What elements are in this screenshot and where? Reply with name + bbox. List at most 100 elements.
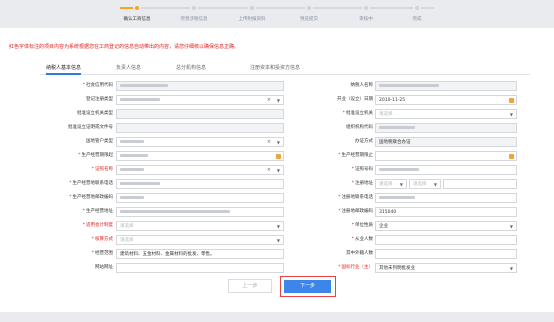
chevron-down-icon: ▼ (276, 98, 280, 103)
label-license-number: 证照号码 (305, 165, 373, 175)
chevron-down-icon: ▼ (433, 182, 437, 187)
step-dot-icon (362, 4, 370, 12)
step-tax-info: 完善涉税信息 (164, 4, 224, 22)
tab-capital-investor[interactable]: 注册资本和投资方信息 (250, 63, 300, 75)
certificate-method-field: 国地税联合办证 (375, 137, 517, 147)
operation-address-input[interactable] (116, 207, 284, 217)
blurred-value (120, 140, 144, 143)
industry-select[interactable]: 其他未列明批发业 ▼ (375, 263, 517, 273)
employee-count-input[interactable] (375, 235, 517, 245)
label-tax-mgmt-type: 国地管户类型 (86, 139, 113, 144)
chevron-down-icon: ▼ (276, 238, 280, 243)
blurred-value (120, 98, 160, 101)
label-operation-phone: 生产经营地联系电话 (50, 179, 114, 189)
approval-document-no-field (116, 123, 284, 133)
website-input[interactable] (116, 263, 284, 273)
label-accounting-system: 适用会计制度 (60, 221, 113, 231)
label-operation-address: 生产经营地址 (60, 207, 113, 217)
label-operation-end: 生产经营期限止 (305, 151, 374, 161)
label-credit-code: 社会信用代码 (60, 81, 113, 91)
blurred-value (379, 84, 439, 87)
label-website: 网站网址 (95, 265, 113, 270)
prev-step-button[interactable]: 上一步 (228, 279, 272, 293)
blurred-value (120, 84, 168, 87)
registered-address-detail-input[interactable] (443, 179, 517, 189)
blurred-value (379, 196, 415, 199)
label-operation-start: 生产经营期限起 (60, 151, 114, 161)
step-dot-icon (413, 4, 421, 12)
registered-phone-input[interactable] (375, 193, 517, 203)
form-card: 红色字体标注的项目内容为系统根据您在工商登记的信息自动带出的内容，请您仔细核以确… (0, 28, 554, 312)
registered-address-province-select[interactable]: 请选择 ▼ (375, 179, 407, 189)
label-registered-phone: 注册地联系电话 (305, 193, 374, 203)
blurred-value (379, 168, 419, 171)
blurred-value (120, 182, 160, 185)
label-registered-postcode: 注册地邮政编码 (305, 207, 374, 217)
label-license-name: 证照名称 (60, 165, 113, 175)
label-org-code: 组织机构代码 (346, 125, 373, 130)
credit-code-field (116, 81, 284, 91)
label-certificate-method: 办证方式 (355, 139, 373, 144)
step-dot-icon (248, 4, 256, 12)
chevron-down-icon: ▼ (509, 266, 513, 271)
operation-phone-input[interactable] (116, 179, 284, 189)
step-preview-submit: 预览提交 (279, 4, 339, 22)
chevron-down-icon: ▼ (276, 224, 280, 229)
label-registration-type: 登记注册类型 (86, 97, 113, 102)
blurred-value (120, 210, 230, 213)
label-employee-count: 从业人数 (305, 235, 373, 245)
label-taxpayer-name: 纳税人名称 (350, 83, 374, 88)
blurred-value (120, 196, 144, 199)
operation-start-date-input[interactable] (116, 151, 284, 161)
calendar-icon[interactable] (509, 98, 514, 103)
step-dot-icon (305, 4, 313, 12)
chevron-down-icon: ▼ (276, 140, 280, 145)
tab-branch-info[interactable]: 总分机构信息 (176, 63, 206, 75)
approval-authority-type-field (116, 109, 284, 119)
blurred-value (120, 154, 148, 157)
accounting-system-select[interactable]: 请选择 ▼ (116, 221, 284, 231)
calendar-icon[interactable] (276, 154, 281, 159)
accounting-method-select[interactable]: 请选择 ▼ (116, 235, 284, 245)
license-name-select[interactable]: × ▼ (116, 165, 284, 175)
business-scope-textarea[interactable]: 建筑材料、五金材料、金属材料的批发、零售。 (116, 249, 284, 259)
label-industry: 国标行业（主） (305, 263, 374, 273)
registration-type-select[interactable]: × ▼ (116, 95, 284, 105)
foreign-employee-count-input[interactable] (375, 249, 517, 259)
label-business-scope: 经营范围 (60, 249, 113, 259)
label-accounting-method: 核算方式 (60, 235, 113, 245)
org-code-field (375, 123, 517, 133)
clear-icon[interactable]: × (267, 166, 271, 174)
next-step-highlight: 下一步 (280, 276, 336, 297)
tax-mgmt-type-select[interactable]: × ▼ (116, 137, 284, 147)
label-approval-document-no: 批准设立证明或文件号 (68, 125, 113, 130)
license-number-input[interactable] (375, 165, 517, 175)
registered-address-city-select[interactable]: 请选择 ▼ (409, 179, 441, 189)
chevron-down-icon: ▼ (509, 112, 513, 117)
label-operation-postcode: 生产经营地邮政编码 (50, 193, 114, 203)
chevron-down-icon: ▼ (509, 224, 513, 229)
label-opening-date: 开业（设立）日期 (337, 97, 373, 102)
clear-icon[interactable]: × (267, 138, 271, 146)
approval-authority-select[interactable]: 请选择 ▼ (375, 109, 517, 119)
unit-nature-select[interactable]: 企业 ▼ (375, 221, 517, 231)
tab-taxpayer-basic-info[interactable]: 纳税人基本信息 (46, 63, 82, 75)
registered-postcode-input[interactable]: 315040 (375, 207, 517, 217)
operation-end-date-input[interactable] (375, 151, 517, 161)
blurred-value (379, 126, 415, 129)
notice-text: 红色字体标注的项目内容为系统根据您在工商登记的信息自动带出的内容，请您仔细核以确… (9, 44, 240, 50)
opening-date-input[interactable]: 2010-11-25 (375, 95, 517, 105)
chevron-down-icon: ▼ (276, 168, 280, 173)
taxpayer-name-field (375, 81, 517, 91)
label-approval-authority: 批准设立机关 (305, 109, 373, 119)
step-dot-icon (190, 4, 198, 12)
step-confirm-business-info: 确认工商信息 (107, 4, 167, 22)
label-unit-nature: 单位性质 (305, 221, 373, 231)
tab-responsible-person[interactable]: 负责人信息 (116, 63, 141, 75)
label-approval-authority-type: 批准设立机关类型 (77, 111, 113, 116)
clear-icon[interactable]: × (267, 96, 271, 104)
calendar-icon[interactable] (509, 154, 514, 159)
step-dot-icon (133, 4, 141, 12)
next-step-button[interactable]: 下一步 (284, 280, 331, 293)
operation-postcode-input[interactable] (116, 193, 284, 203)
